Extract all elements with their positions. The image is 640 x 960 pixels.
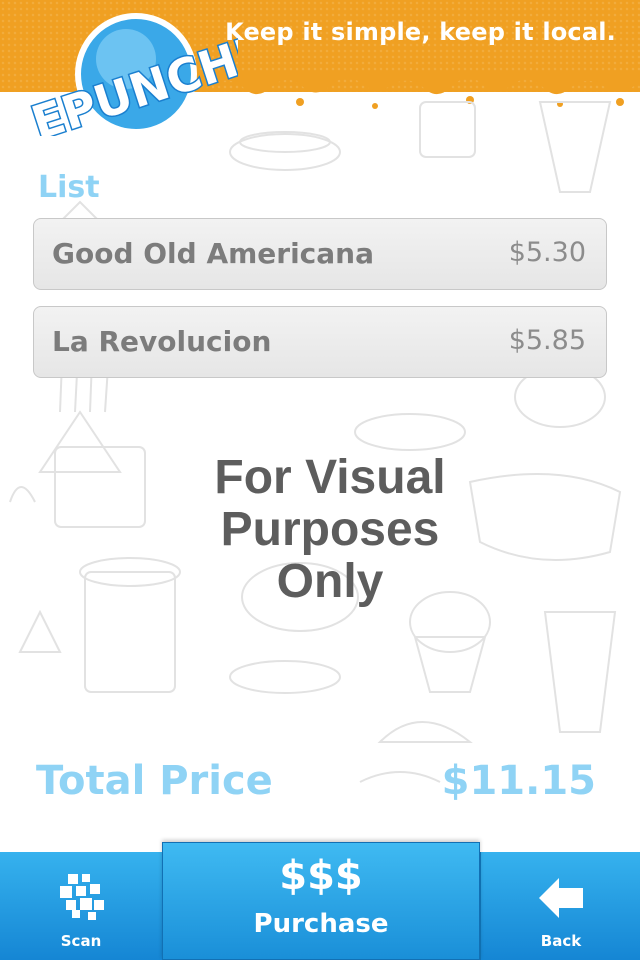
back-button[interactable]: Back (480, 852, 640, 960)
arrow-left-icon (539, 878, 583, 918)
back-label: Back (540, 932, 582, 950)
item-price: $5.30 (508, 237, 586, 268)
watermark-line-1: For Visual (214, 451, 446, 504)
list-label: List (38, 170, 100, 205)
purchase-button[interactable]: $$$ Purchase (162, 842, 480, 960)
dollar-signs-icon: $$$ (279, 853, 363, 899)
item-name: La Revolucion (52, 325, 272, 358)
tagline: Keep it simple, keep it local. (225, 18, 616, 46)
list-item-la-revolucion[interactable]: La Revolucion $5.85 (33, 306, 607, 378)
scan-label: Scan (60, 932, 102, 950)
total-price-value: $11.15 (441, 758, 596, 804)
qr-code-icon (60, 874, 104, 920)
watermark-line-2: Purposes (220, 503, 440, 556)
item-name: Good Old Americana (52, 237, 374, 270)
item-price: $5.85 (508, 325, 586, 356)
epunchit-logo: EPUNCHIT (24, 13, 238, 136)
bottom-tab-bar: Scan $$$ Purchase Back (0, 842, 640, 960)
list-item-good-old-americana[interactable]: Good Old Americana $5.30 (33, 218, 607, 290)
watermark-line-3: Only (276, 555, 384, 608)
total-price-label: Total Price (36, 758, 273, 804)
scan-button[interactable]: Scan (0, 852, 163, 960)
visual-purposes-watermark: For Visual Purposes Only (150, 452, 510, 608)
purchase-label: Purchase (253, 909, 389, 939)
